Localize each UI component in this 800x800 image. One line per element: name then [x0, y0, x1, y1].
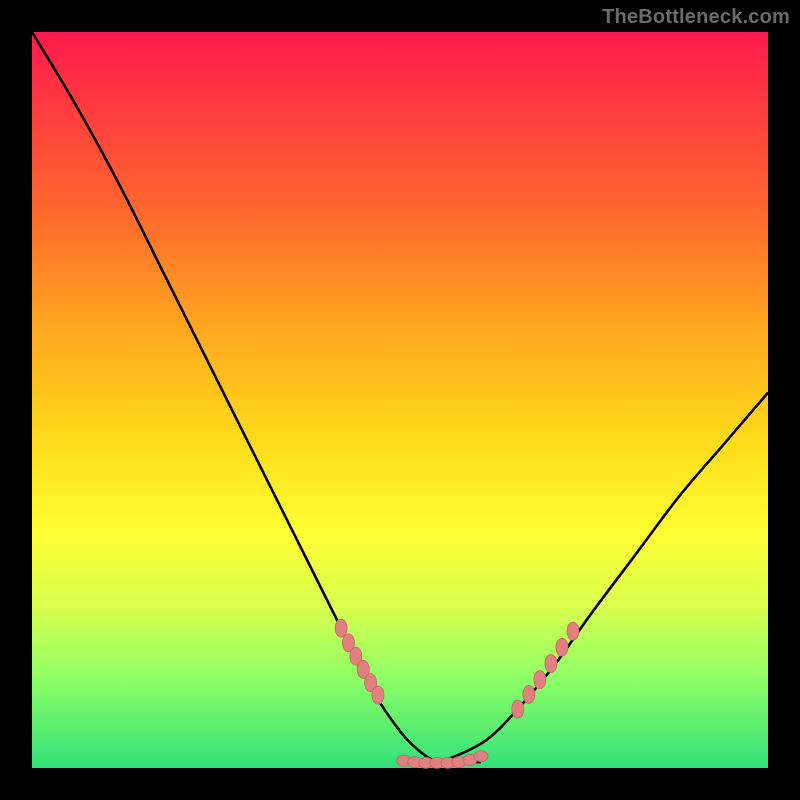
- data-marker: [474, 751, 488, 762]
- curve-right: [437, 393, 768, 762]
- marker-cluster-bottom: [397, 751, 488, 769]
- data-marker: [556, 638, 568, 656]
- watermark-text: TheBottleneck.com: [602, 6, 790, 29]
- data-marker: [545, 654, 557, 672]
- data-marker: [567, 622, 579, 640]
- data-marker: [335, 619, 347, 637]
- data-marker: [372, 686, 384, 704]
- data-marker: [534, 671, 546, 689]
- chart-frame: TheBottleneck.com: [0, 0, 800, 800]
- marker-cluster-right: [512, 622, 579, 718]
- data-marker: [512, 700, 524, 718]
- data-marker: [523, 685, 535, 703]
- gradient-plot-area: [32, 32, 768, 768]
- marker-cluster-left: [335, 619, 384, 704]
- bottleneck-curve-svg: [32, 32, 768, 768]
- curve-left: [32, 32, 437, 762]
